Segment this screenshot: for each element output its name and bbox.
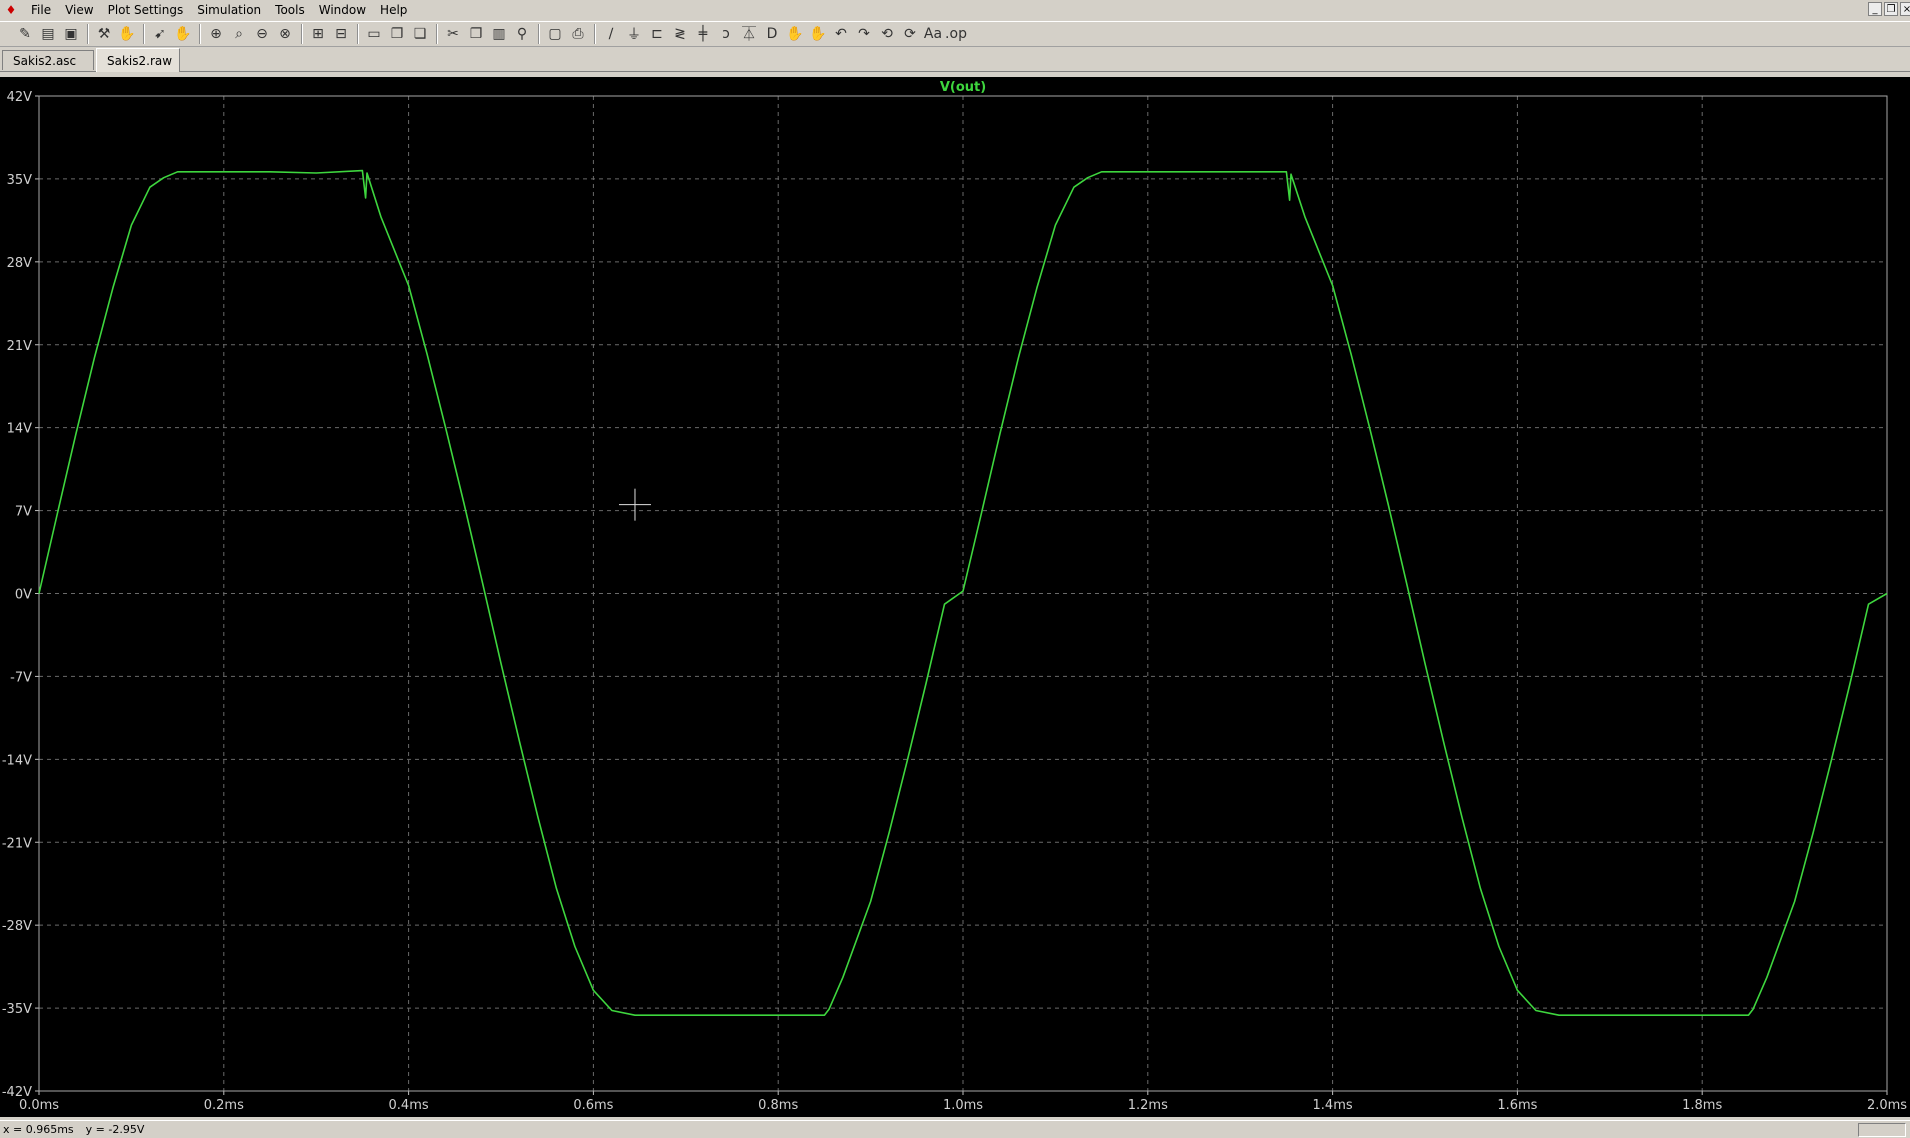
- drag-icon[interactable]: ✋: [807, 23, 829, 45]
- close-icon[interactable]: ×: [1900, 2, 1910, 16]
- menu-view[interactable]: View: [58, 0, 100, 20]
- x-tick-label: 0.2ms: [204, 1098, 244, 1113]
- print-icon[interactable]: ⎙: [567, 23, 589, 45]
- y-tick-label: -42V: [2, 1085, 32, 1100]
- y-tick-label: 42V: [7, 90, 33, 105]
- tab-sakis2-raw[interactable]: Sakis2.raw: [96, 48, 180, 72]
- component-icon[interactable]: D: [761, 23, 783, 45]
- toolbar: ✎ ▤ ▣ ⚒ ✋ ➹ ✋ ⊕ ⌕ ⊖ ⊗ ⊞ ⊟ ▭ ❐ ❏ ✂ ❐ ▥ ⚲ ▢ ⎙ ∕ ⏚ ⊏ ≷ ╪ ↄ ⏄ D ✋ ✋ ↶ ↷ ⟲ ⟳ Aa .o…: [0, 21, 1910, 47]
- x-tick-label: 0.6ms: [573, 1098, 613, 1113]
- menu-plot-settings[interactable]: Plot Settings: [101, 0, 191, 20]
- menu-tools[interactable]: Tools: [268, 0, 312, 20]
- run-icon[interactable]: ➹: [149, 23, 171, 45]
- waveform-plot[interactable]: 0.0ms 0.2ms 0.4ms 0.6ms 0.8ms 1.0ms 1.2ms 1.4ms…: [0, 77, 1910, 1117]
- status-bar: x = 0.965ms y = -2.95V: [0, 1120, 1910, 1137]
- x-tick-label: 1.4ms: [1313, 1098, 1353, 1113]
- tile-horizontal-icon[interactable]: ▭: [363, 23, 385, 45]
- toolbar-separator: [538, 24, 540, 44]
- tab-sakis2-asc[interactable]: Sakis2.asc: [2, 50, 94, 70]
- app-icon: ♦: [5, 3, 17, 17]
- y-tick-label: 35V: [7, 173, 33, 188]
- menu-simulation[interactable]: Simulation: [190, 0, 268, 20]
- rotate-icon[interactable]: ⟲: [876, 23, 898, 45]
- resistor-icon[interactable]: ≷: [669, 23, 691, 45]
- menu-file[interactable]: File: [24, 0, 58, 20]
- toolbar-separator: [301, 24, 303, 44]
- y-tick-label: 0V: [15, 588, 32, 603]
- toolbar-separator: [87, 24, 89, 44]
- text-icon[interactable]: Aa: [922, 23, 944, 45]
- new-schematic-icon[interactable]: ✎: [14, 23, 36, 45]
- restore-icon[interactable]: ❐: [1884, 2, 1898, 16]
- x-tick-label: 0.8ms: [758, 1098, 798, 1113]
- label-net-icon[interactable]: ⊏: [646, 23, 668, 45]
- zoom-out-icon[interactable]: ⊖: [251, 23, 273, 45]
- print-preview-icon[interactable]: ▢: [544, 23, 566, 45]
- menu-bar: ♦ File View Plot Settings Simulation Too…: [0, 0, 1910, 20]
- minimize-icon[interactable]: _: [1868, 2, 1882, 16]
- y-tick-label: 21V: [7, 339, 33, 354]
- zoom-in-icon[interactable]: ⊕: [205, 23, 227, 45]
- x-tick-label: 1.0ms: [943, 1098, 983, 1113]
- zoom-area-icon[interactable]: ⌕: [228, 23, 250, 45]
- halt-hand-icon[interactable]: ✋: [172, 23, 194, 45]
- x-tick-label: 0.4ms: [389, 1098, 429, 1113]
- spice-directive-icon[interactable]: .op: [945, 23, 967, 45]
- cut-icon[interactable]: ✂: [442, 23, 464, 45]
- cursor-x-readout: x = 0.965ms: [3, 1123, 74, 1136]
- inductor-icon[interactable]: ↄ: [715, 23, 737, 45]
- trace-label: V(out): [940, 80, 986, 95]
- open-file-icon[interactable]: ▤: [37, 23, 59, 45]
- toolbar-separator: [357, 24, 359, 44]
- capacitor-icon[interactable]: ╪: [692, 23, 714, 45]
- move-icon[interactable]: ✋: [784, 23, 806, 45]
- redo-icon[interactable]: ↷: [853, 23, 875, 45]
- y-tick-label: -35V: [2, 1002, 32, 1017]
- status-panel: [1858, 1123, 1906, 1137]
- copy-icon[interactable]: ❐: [465, 23, 487, 45]
- cursor-y-readout: y = -2.95V: [85, 1123, 145, 1136]
- pan-hand-icon[interactable]: ✋: [116, 23, 138, 45]
- undo-icon[interactable]: ↶: [830, 23, 852, 45]
- mirror-icon[interactable]: ⟳: [899, 23, 921, 45]
- y-tick-label: 7V: [15, 505, 32, 520]
- toolbar-separator: [199, 24, 201, 44]
- toolbar-separator: [436, 24, 438, 44]
- save-icon[interactable]: ▣: [60, 23, 82, 45]
- y-tick-label: -7V: [10, 670, 32, 685]
- x-tick-label: 0.0ms: [19, 1098, 59, 1113]
- window-controls: _ ❐ ×: [1868, 2, 1910, 16]
- x-tick-label: 1.8ms: [1682, 1098, 1722, 1113]
- zoom-cancel-icon[interactable]: ⊗: [274, 23, 296, 45]
- toolbar-separator: [143, 24, 145, 44]
- x-tick-label: 2.0ms: [1867, 1098, 1907, 1113]
- cascade-icon[interactable]: ❐: [386, 23, 408, 45]
- y-tick-label: -28V: [2, 919, 32, 934]
- toolbar-separator: [594, 24, 596, 44]
- mark-unused-icon[interactable]: ⊟: [330, 23, 352, 45]
- y-tick-label: 28V: [7, 256, 33, 271]
- x-tick-label: 1.2ms: [1128, 1098, 1168, 1113]
- menu-help[interactable]: Help: [373, 0, 414, 20]
- draw-wire-icon[interactable]: ∕: [600, 23, 622, 45]
- x-tick-label: 1.6ms: [1497, 1098, 1537, 1113]
- waveform-viewer[interactable]: 0.0ms 0.2ms 0.4ms 0.6ms 0.8ms 1.0ms 1.2ms 1.4ms…: [0, 77, 1910, 1117]
- tile-vertical-icon[interactable]: ❏: [409, 23, 431, 45]
- y-tick-label: -21V: [2, 836, 32, 851]
- y-tick-label: 14V: [7, 422, 33, 437]
- find-icon[interactable]: ⚲: [511, 23, 533, 45]
- control-panel-icon[interactable]: ⚒: [93, 23, 115, 45]
- diode-icon[interactable]: ⏄: [738, 23, 760, 45]
- paste-icon[interactable]: ▥: [488, 23, 510, 45]
- tab-bar: Sakis2.asc Sakis2.raw: [0, 48, 1910, 72]
- autorange-icon[interactable]: ⊞: [307, 23, 329, 45]
- menu-window[interactable]: Window: [312, 0, 373, 20]
- ground-icon[interactable]: ⏚: [623, 23, 645, 45]
- y-tick-label: -14V: [2, 753, 32, 768]
